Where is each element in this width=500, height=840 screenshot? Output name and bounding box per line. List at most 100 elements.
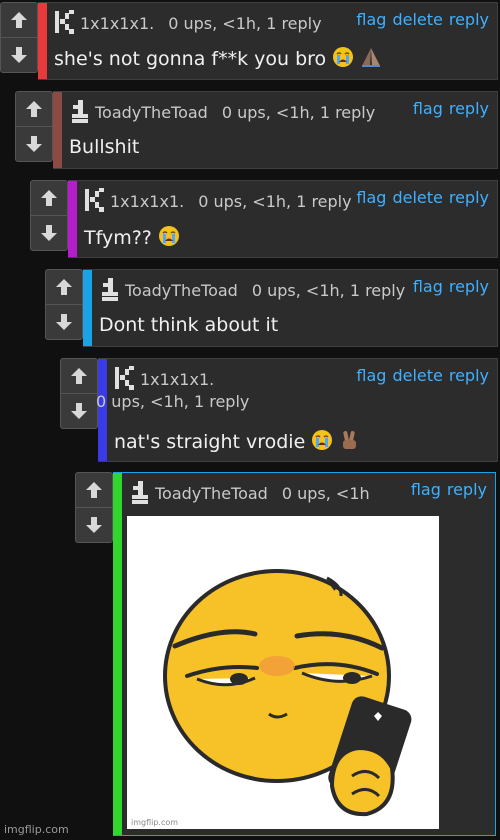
comment-text: Bullshit (69, 136, 140, 158)
upvote-button[interactable] (1, 3, 37, 37)
comment: 1x1x1x1. 0 ups, <1h, 1 reply flag delete r… (60, 358, 498, 462)
arrow-up-icon (71, 368, 87, 384)
pray-hands-icon (362, 48, 381, 67)
vote-box (0, 2, 38, 73)
user-avatar[interactable] (129, 480, 151, 504)
depth-stripe (83, 270, 92, 346)
delete-link[interactable]: delete (392, 366, 442, 385)
arrow-down-icon (26, 136, 42, 152)
comment-body: ToadyTheToad 0 ups, <1h flag reply imgfl… (113, 472, 496, 836)
depth-stripe (68, 181, 77, 257)
reply-link[interactable]: reply (449, 10, 489, 29)
upvote-button[interactable] (61, 359, 97, 393)
reply-link[interactable]: reply (449, 188, 489, 207)
depth-stripe (53, 92, 62, 168)
arrow-down-icon (56, 314, 72, 330)
comment: ToadyTheToad 0 ups, <1h, 1 reply flag repl… (15, 91, 498, 169)
image-watermark: imgflip.com (131, 818, 179, 827)
username[interactable]: ToadyTheToad (95, 103, 208, 122)
downvote-button[interactable] (46, 304, 82, 339)
comment-actions: flag delete reply (350, 10, 489, 29)
crying-face-icon (333, 47, 354, 67)
comment-actions: flag delete reply (350, 188, 489, 207)
comment-text: she's not gonna f**k you bro (54, 46, 382, 70)
upvote-button[interactable] (46, 270, 82, 304)
comment: 1x1x1x1. 0 ups, <1h, 1 reply flag delete re… (30, 180, 498, 258)
downvote-button[interactable] (16, 126, 52, 161)
comment-text: Tfym?? (84, 225, 180, 249)
downvote-button[interactable] (1, 37, 37, 72)
downvote-button[interactable] (76, 507, 112, 542)
reply-link[interactable]: reply (447, 480, 487, 499)
victory-hand-icon (343, 431, 357, 449)
username[interactable]: 1x1x1x1. (110, 192, 184, 211)
arrow-down-icon (41, 225, 57, 241)
comment-actions: flag reply (407, 99, 489, 118)
username[interactable]: 1x1x1x1. (80, 14, 154, 33)
comment: ToadyTheToad 0 ups, <1h flag reply imgfl… (75, 472, 496, 836)
imgflip-watermark: imgflip.com (4, 823, 69, 836)
comment-body: ToadyTheToad 0 ups, <1h, 1 reply flag repl… (53, 91, 498, 169)
user-avatar[interactable] (69, 99, 91, 123)
comment-actions: flag reply (405, 480, 487, 499)
comment-text: nat's straight vrodie (114, 429, 361, 453)
depth-stripe (113, 473, 122, 835)
delete-link[interactable]: delete (392, 10, 442, 29)
user-avatar[interactable] (54, 10, 76, 34)
flag-link[interactable]: flag (356, 366, 386, 385)
delete-link[interactable]: delete (392, 188, 442, 207)
comment-stats: 0 ups, <1h, 1 reply (221, 103, 376, 122)
username[interactable]: 1x1x1x1. (140, 370, 214, 389)
vote-box (75, 472, 113, 543)
comment: 1x1x1x1. 0 ups, <1h, 1 reply flag delete re… (0, 2, 498, 80)
comment-stats: 0 ups, <1h, 1 reply (198, 192, 352, 211)
comment-actions: flag reply (407, 277, 489, 296)
arrow-up-icon (86, 482, 102, 498)
downvote-button[interactable] (61, 393, 97, 428)
user-avatar[interactable] (99, 277, 121, 301)
user-avatar[interactable] (114, 366, 136, 390)
arrow-down-icon (86, 517, 102, 533)
upvote-button[interactable] (16, 92, 52, 126)
username[interactable]: ToadyTheToad (125, 281, 238, 300)
comment-text-content: she's not gonna f**k you bro (54, 48, 327, 70)
arrow-up-icon (56, 279, 72, 295)
comment-body: 1x1x1x1. 0 ups, <1h, 1 reply flag delete r… (96, 358, 498, 462)
upvote-button[interactable] (31, 181, 67, 215)
flag-link[interactable]: flag (356, 10, 386, 29)
flag-link[interactable]: flag (413, 99, 443, 118)
comment: ToadyTheToad 0 ups, <1h, 1 reply flag repl… (45, 269, 498, 347)
comment-actions: flag delete reply (350, 366, 489, 385)
comment-stats: 0 ups, <1h, 1 reply (168, 14, 322, 33)
comment-text-content: nat's straight vrodie (114, 431, 306, 453)
arrow-up-icon (26, 101, 42, 117)
comment-body: 1x1x1x1. 0 ups, <1h, 1 reply flag delete re… (68, 180, 498, 258)
arrow-up-icon (11, 12, 27, 28)
flag-link[interactable]: flag (411, 480, 441, 499)
comment-stats: 0 ups, <1h, 1 reply (96, 392, 250, 411)
flag-link[interactable]: flag (413, 277, 443, 296)
reply-link[interactable]: reply (449, 99, 489, 118)
arrow-up-icon (41, 190, 57, 206)
comment-body: 1x1x1x1. 0 ups, <1h, 1 reply flag delete re… (38, 2, 498, 80)
reply-link[interactable]: reply (449, 366, 489, 385)
vote-box (45, 269, 83, 340)
arrow-down-icon (11, 47, 27, 63)
upvote-button[interactable] (76, 473, 112, 507)
comment-stats: 0 ups, <1h, 1 reply (251, 281, 406, 300)
depth-stripe (38, 3, 47, 79)
downvote-button[interactable] (31, 215, 67, 250)
crying-face-icon (312, 430, 333, 450)
arrow-down-icon (71, 403, 87, 419)
flag-link[interactable]: flag (356, 188, 386, 207)
vote-box (30, 180, 68, 251)
reply-link[interactable]: reply (449, 277, 489, 296)
username[interactable]: ToadyTheToad (155, 484, 268, 503)
comment-image[interactable]: imgflip.com (127, 516, 439, 829)
user-avatar[interactable] (84, 188, 106, 212)
crying-face-icon (158, 226, 179, 246)
comment-stats: 0 ups, <1h (281, 484, 370, 503)
comment-body: ToadyTheToad 0 ups, <1h, 1 reply flag repl… (83, 269, 498, 347)
comment-text-content: Tfym?? (84, 227, 152, 249)
vote-box (60, 358, 98, 429)
